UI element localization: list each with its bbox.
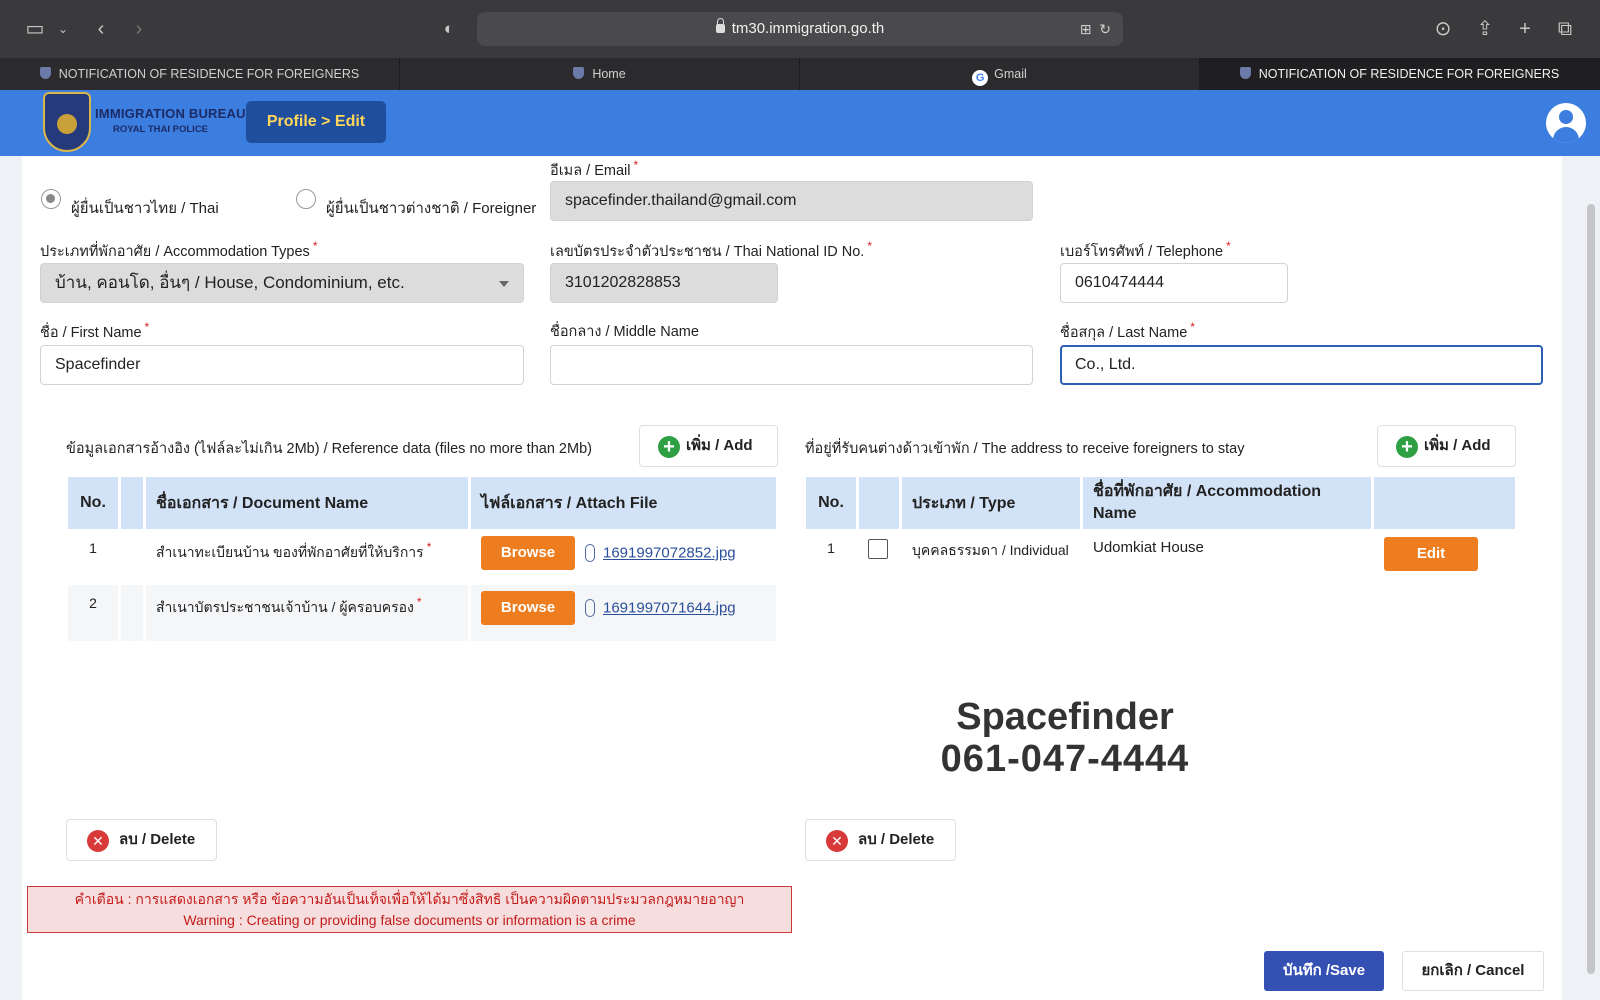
browse-button[interactable]: Browse — [481, 536, 575, 570]
scrollbar[interactable] — [1587, 204, 1595, 974]
site-shield-icon — [1239, 67, 1251, 79]
delete-documents-button[interactable]: ✕ ลบ / Delete — [66, 819, 217, 861]
plus-circle-icon: + — [1396, 436, 1418, 458]
column-header: ชื่อที่พักอาศัย / Accommodation Name — [1083, 477, 1371, 529]
column-header: No. — [806, 477, 856, 529]
column-header — [121, 477, 143, 529]
table-row: 2 สำเนาบัตรประชาชนเจ้าบ้าน / ผู้ครอบครอง… — [68, 585, 776, 641]
add-document-button[interactable]: + เพิ่ม / Add — [639, 425, 778, 467]
translate-icon[interactable]: ⊞ — [1080, 21, 1092, 37]
row-number: 2 — [68, 585, 118, 641]
radio-thai[interactable] — [41, 189, 61, 209]
privacy-shield-icon[interactable]: ◐ — [436, 16, 462, 42]
save-button[interactable]: บันทึก /Save — [1264, 951, 1384, 991]
warning-thai: คำเตือน : การแสดงเอกสาร หรือ ข้อความอันเ… — [74, 891, 745, 907]
browser-toolbar: ▭ ⌄ ‹ › ◐ tm30.immigration.go.th ⊞ ↻ ⊙ ⇪… — [0, 0, 1600, 58]
sidebar-toggle-icon[interactable]: ▭ — [22, 16, 48, 42]
plus-circle-icon: + — [658, 436, 680, 458]
national-id-field[interactable]: 3101202828853 — [550, 263, 778, 303]
first-name-label: ชื่อ / First Name * — [40, 320, 150, 341]
national-id-label: เลขบัตรประจำตัวประชาชน / Thai National I… — [550, 239, 872, 260]
download-icon[interactable]: ⊙ — [1430, 16, 1456, 42]
column-header — [859, 477, 899, 529]
attached-file-link[interactable]: 1691997072852.jpg — [603, 545, 736, 562]
back-arrow-icon[interactable]: ‹ — [88, 16, 114, 42]
google-icon: G — [972, 70, 989, 86]
accommodation-name: Udomkiat House — [1083, 529, 1371, 579]
email-label: อีเมล / Email * — [550, 158, 639, 179]
tab-notification-2[interactable]: NOTIFICATION OF RESIDENCE FOR FOREIGNERS — [1200, 58, 1600, 90]
address-bar[interactable]: tm30.immigration.go.th ⊞ ↻ — [477, 12, 1123, 46]
table-row: 1 สำเนาทะเบียนบ้าน ของที่พักอาศัยที่ให้บ… — [68, 529, 776, 585]
column-header: ประเภท / Type — [902, 477, 1080, 529]
telephone-label: เบอร์โทรศัพท์ / Telephone * — [1060, 239, 1231, 260]
browse-button[interactable]: Browse — [481, 591, 575, 625]
watermark: Spacefinder 061-047-4444 — [915, 696, 1215, 780]
accommodation-type-select[interactable]: บ้าน, คอนโด, อื่นๆ / House, Condominium,… — [40, 263, 524, 303]
first-name-field[interactable]: Spacefinder — [40, 345, 524, 385]
chevron-down-icon[interactable]: ⌄ — [50, 16, 76, 42]
tab-notification-1[interactable]: NOTIFICATION OF RESIDENCE FOR FOREIGNERS — [0, 58, 400, 90]
accommodation-type-label: ประเภทที่พักอาศัย / Accommodation Types * — [40, 239, 318, 260]
forward-arrow-icon[interactable]: › — [126, 16, 152, 42]
user-avatar-icon[interactable] — [1546, 103, 1586, 143]
paperclip-icon — [585, 544, 595, 562]
radio-foreigner[interactable] — [296, 189, 316, 209]
cancel-button[interactable]: ยกเลิก / Cancel — [1402, 951, 1544, 991]
chevron-down-icon — [499, 281, 509, 287]
close-circle-icon: ✕ — [87, 830, 109, 852]
middle-name-field[interactable] — [550, 345, 1033, 385]
tab-home[interactable]: Home — [400, 58, 800, 90]
logo-subtitle: ROYAL THAI POLICE — [113, 124, 209, 135]
warning-english: Warning : Creating or providing false do… — [183, 912, 636, 928]
delete-addresses-button[interactable]: ✕ ลบ / Delete — [805, 819, 956, 861]
site-shield-icon — [39, 67, 51, 79]
column-header — [1374, 477, 1515, 529]
lock-icon — [715, 18, 725, 33]
column-header: No. — [68, 477, 118, 529]
last-name-field[interactable]: Co., Ltd. — [1060, 345, 1543, 385]
watermark-name: Spacefinder — [956, 696, 1174, 738]
logo-title: IMMIGRATION BUREAU — [95, 106, 246, 121]
telephone-field[interactable]: 0610474444 — [1060, 263, 1288, 303]
tab-bar: NOTIFICATION OF RESIDENCE FOR FOREIGNERS… — [0, 58, 1600, 90]
edit-button[interactable]: Edit — [1384, 537, 1478, 571]
paperclip-icon — [585, 599, 595, 617]
radio-thai-label: ผู้ยื่นเป็นชาวไทย / Thai — [71, 200, 219, 217]
row-checkbox[interactable] — [868, 539, 888, 559]
addresses-title: ที่อยู่ที่รับคนต่างด้าวเข้าพัก / The add… — [805, 441, 1245, 457]
attached-file-link[interactable]: 1691997071644.jpg — [603, 600, 736, 617]
tab-gmail[interactable]: G Gmail — [800, 58, 1200, 90]
warning-box: คำเตือน : การแสดงเอกสาร หรือ ข้อความอันเ… — [27, 886, 792, 933]
add-address-button[interactable]: + เพิ่ม / Add — [1377, 425, 1516, 467]
radio-foreigner-label: ผู้ยื่นเป็นชาวต่างชาติ / Foreigner — [326, 200, 537, 217]
table-row: 1 บุคคลธรรมดา / Individual Udomkiat Hous… — [806, 529, 1515, 579]
row-number: 1 — [68, 529, 118, 585]
row-number: 1 — [806, 529, 856, 579]
breadcrumb[interactable]: Profile > Edit — [246, 101, 386, 143]
new-tab-icon[interactable]: + — [1512, 16, 1538, 42]
app-header: IMMIGRATION BUREAU ROYAL THAI POLICE Pro… — [0, 90, 1600, 156]
tab-overview-icon[interactable]: ⧉ — [1552, 16, 1578, 42]
middle-name-label: ชื่อกลาง / Middle Name — [550, 324, 699, 340]
share-icon[interactable]: ⇪ — [1472, 16, 1498, 42]
close-circle-icon: ✕ — [826, 830, 848, 852]
url-text: tm30.immigration.go.th — [731, 20, 885, 37]
email-field[interactable]: spacefinder.thailand@gmail.com — [550, 181, 1033, 221]
document-name: สำเนาบัตรประชาชนเจ้าบ้าน / ผู้ครอบครอง — [156, 599, 414, 615]
watermark-phone: 061-047-4444 — [940, 738, 1190, 780]
document-name: สำเนาทะเบียนบ้าน ของที่พักอาศัยที่ให้บริ… — [156, 544, 424, 560]
documents-title: ข้อมูลเอกสารอ้างอิง (ไฟล์ละไม่เกิน 2Mb) … — [66, 441, 592, 457]
address-type: บุคคลธรรมดา / Individual — [902, 529, 1080, 579]
reload-icon[interactable]: ↻ — [1099, 21, 1111, 37]
documents-table: No. ชื่อเอกสาร / Document Name ไฟล์เอกสา… — [65, 477, 779, 641]
last-name-label: ชื่อสกุล / Last Name * — [1060, 320, 1195, 341]
column-header: ไฟล์เอกสาร / Attach File — [471, 477, 776, 529]
addresses-table: No. ประเภท / Type ชื่อที่พักอาศัย / Acco… — [803, 477, 1518, 579]
police-badge-icon — [43, 92, 91, 152]
column-header: ชื่อเอกสาร / Document Name — [146, 477, 468, 529]
site-shield-icon — [573, 67, 585, 79]
